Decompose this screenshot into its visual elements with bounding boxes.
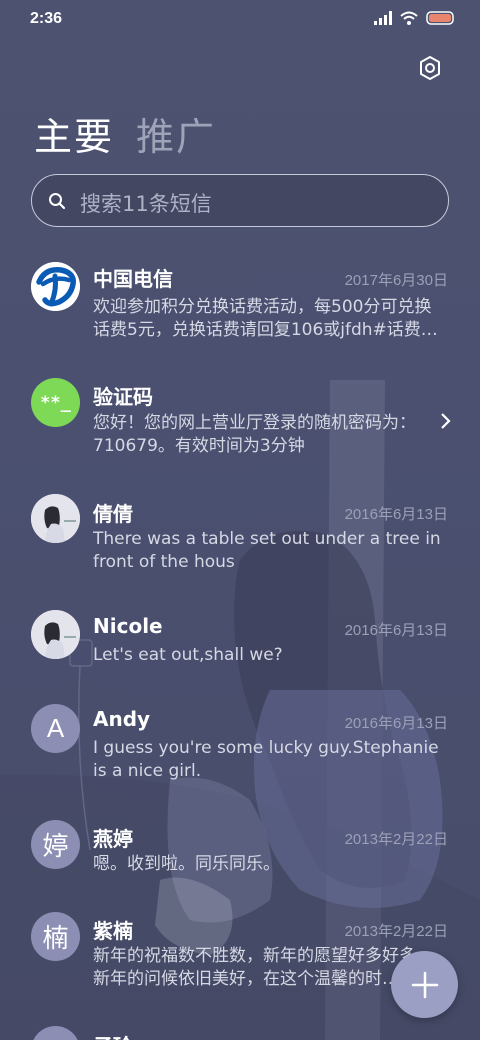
- letter-avatar: 婷: [31, 820, 80, 869]
- message-item[interactable]: **_ 验证码 您好！您的网上营业厅登录的随机密码为：710679。有效时间为3…: [0, 374, 480, 474]
- message-date: 2013年2月22日: [344, 923, 448, 940]
- message-item[interactable]: Nicole 2016年6月13日 Let's eat out,shall we…: [0, 610, 480, 690]
- letter-avatar: [31, 1026, 80, 1040]
- chevron-right-icon[interactable]: [438, 412, 452, 430]
- message-preview: 欢迎参加积分兑换话费活动，每500分可兑换话费5元，兑换话费请回复106或jfd…: [93, 297, 438, 340]
- sender-name: Andy: [93, 707, 151, 731]
- status-bar: 2:36: [0, 0, 480, 40]
- photo-avatar: [31, 494, 80, 543]
- tab-bar: 主要 推广: [34, 106, 216, 161]
- sender-name: 紫楠: [93, 919, 133, 943]
- sender-name: 燕婷: [93, 827, 133, 851]
- sender-name: 子玲: [93, 1030, 133, 1040]
- message-date: 2017年6月30日: [344, 272, 448, 289]
- avatar-text: 婷: [42, 832, 69, 862]
- photo-avatar: [31, 610, 80, 659]
- gear-icon: [420, 56, 440, 80]
- battery-icon: [426, 11, 454, 25]
- settings-button[interactable]: [414, 52, 446, 84]
- plus-icon: [411, 971, 438, 998]
- tab-promotions[interactable]: 推广: [136, 106, 216, 161]
- message-preview: Let's eat out,shall we?: [93, 645, 283, 665]
- message-date: 2016年6月13日: [344, 506, 448, 523]
- avatar-text: A: [46, 713, 65, 743]
- avatar-text: **_: [40, 392, 71, 413]
- message-preview: 嗯。收到啦。同乐同乐。: [93, 854, 280, 874]
- message-item[interactable]: A Andy 2016年6月13日 I guess you're some lu…: [0, 704, 480, 804]
- signal-icon: [374, 11, 392, 25]
- tab-main[interactable]: 主要: [34, 106, 114, 161]
- status-icons: [374, 11, 456, 25]
- sender-name: Nicole: [93, 614, 163, 638]
- china-telecom-logo: [31, 262, 80, 311]
- message-preview: There was a table set out under a tree i…: [93, 529, 441, 572]
- sender-name: 中国电信: [93, 267, 173, 291]
- message-preview: I guess you're some lucky guy.Stephanie …: [93, 738, 439, 781]
- new-message-button[interactable]: [391, 951, 458, 1018]
- avatar-text: 楠: [42, 924, 69, 954]
- message-preview: 您好！您的网上营业厅登录的随机密码为：710679。有效时间为3分钟: [93, 413, 416, 456]
- message-item[interactable]: 子玲: [0, 1026, 480, 1040]
- letter-avatar: A: [31, 704, 80, 753]
- message-date: 2016年6月13日: [344, 715, 448, 732]
- message-item[interactable]: 倩倩 2016年6月13日 There was a table set out …: [0, 492, 480, 592]
- search-input[interactable]: 搜索11条短信: [31, 174, 449, 227]
- search-placeholder: 搜索11条短信: [80, 192, 212, 216]
- message-item[interactable]: 中国电信 2017年6月30日 欢迎参加积分兑换话费活动，每500分可兑换话费5…: [0, 256, 480, 356]
- message-date: 2013年2月22日: [344, 831, 448, 848]
- letter-avatar: 楠: [31, 912, 80, 961]
- sender-name: 验证码: [93, 385, 153, 409]
- sender-name: 倩倩: [93, 502, 133, 526]
- wifi-icon: [400, 11, 418, 25]
- status-time: 2:36: [30, 10, 63, 27]
- search-icon: [49, 193, 66, 210]
- message-date: 2016年6月13日: [344, 622, 448, 639]
- message-item[interactable]: 婷 燕婷 2013年2月22日 嗯。收到啦。同乐同乐。: [0, 820, 480, 900]
- verification-avatar: **_: [31, 378, 80, 427]
